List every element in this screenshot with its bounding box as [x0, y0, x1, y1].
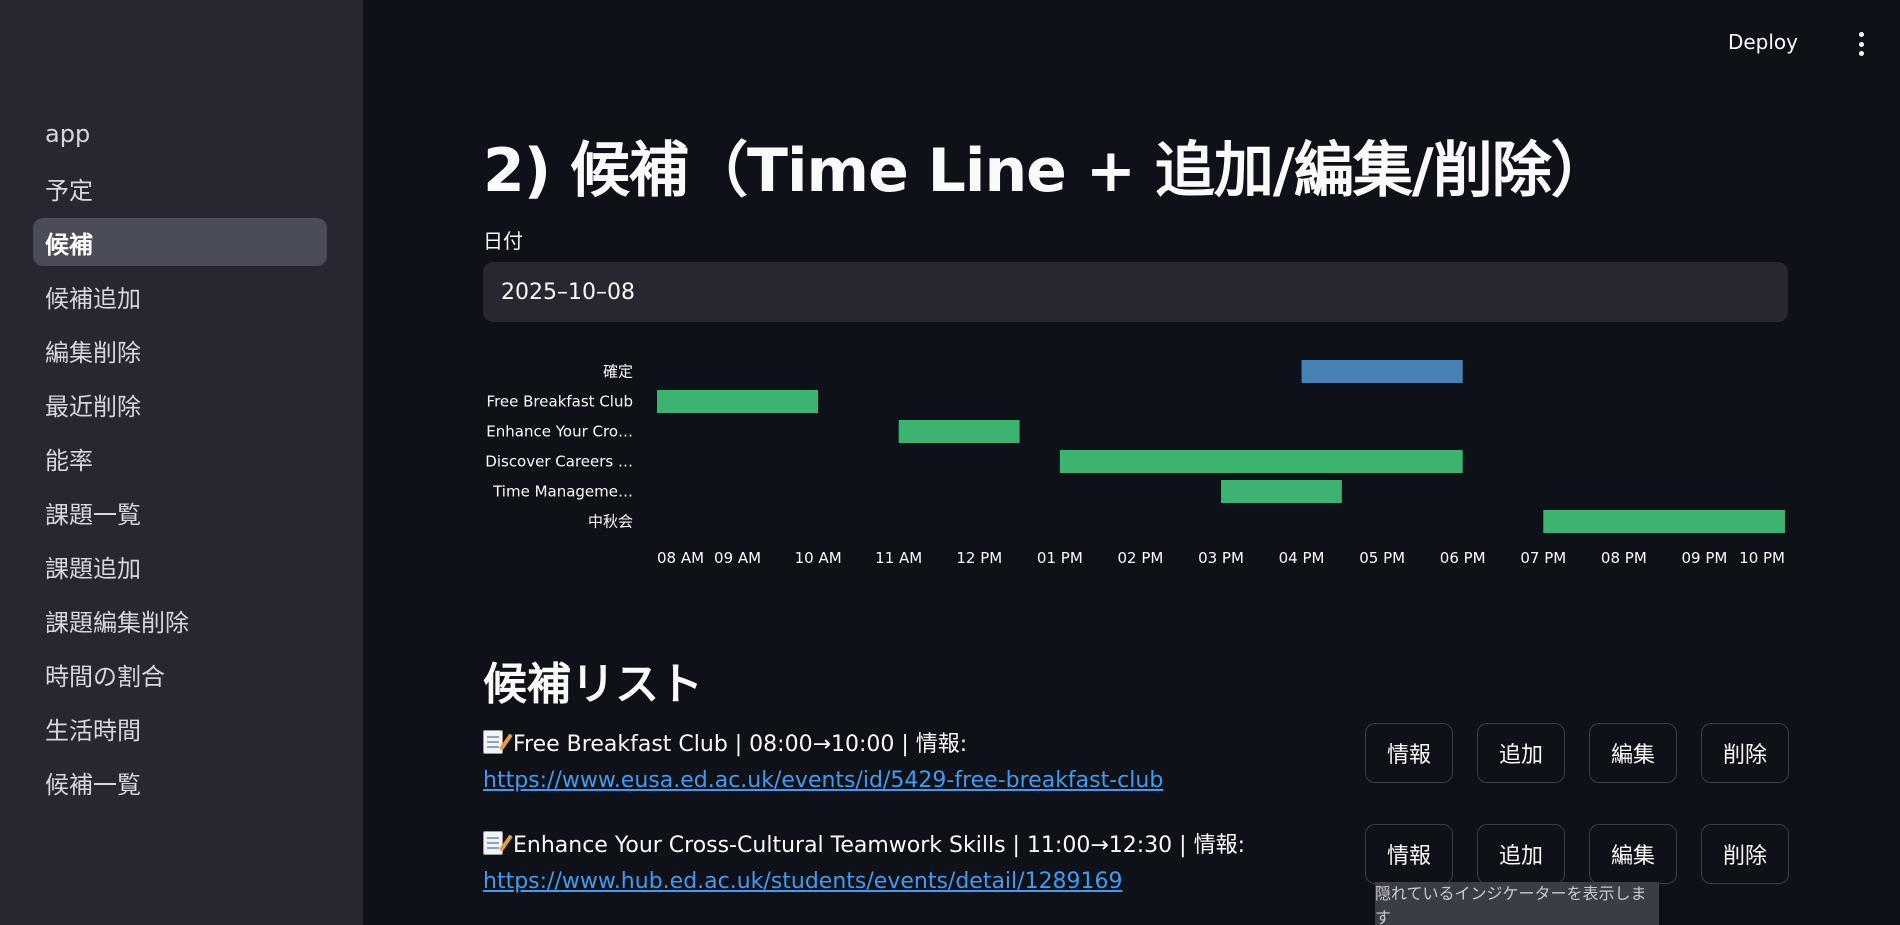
info-button[interactable]: 情報: [1365, 824, 1453, 884]
sidebar-item-edit-task[interactable]: 課題編集削除: [33, 596, 327, 644]
timeline-chart: 確定 Free Breakfast Club Enhance Your Cro… Di…: [363, 340, 1900, 580]
x-tick-label: 12 PM: [956, 549, 1002, 567]
memo-icon: [483, 831, 503, 855]
x-tick-label: 04 PM: [1279, 549, 1325, 567]
sidebar-item-task-list[interactable]: 課題一覧: [33, 488, 327, 536]
x-tick-label: 09 AM: [714, 549, 761, 567]
row-label: 確定: [603, 363, 633, 381]
sidebar-item-edit-delete[interactable]: 編集削除: [33, 326, 327, 374]
timeline-svg: 確定 Free Breakfast Club Enhance Your Cro… Di…: [485, 360, 1785, 567]
x-tick-label: 10 AM: [795, 549, 842, 567]
sidebar-item-app[interactable]: app: [33, 110, 327, 158]
sidebar-item-candidate-list[interactable]: 候補一覧: [33, 758, 327, 806]
x-tick-label: 10 PM: [1739, 549, 1785, 567]
x-tick-label: 08 AM: [657, 549, 704, 567]
sidebar-item-life-time[interactable]: 生活時間: [33, 704, 327, 752]
delete-button[interactable]: 削除: [1701, 824, 1789, 884]
x-tick-label: 07 PM: [1520, 549, 1566, 567]
tooltip: 隠れているインジケーターを表示します: [1375, 882, 1659, 925]
x-tick-label: 06 PM: [1440, 549, 1486, 567]
row-label: 中秋会: [588, 513, 633, 531]
x-tick-label: 09 PM: [1682, 549, 1728, 567]
delete-button[interactable]: 削除: [1701, 723, 1789, 783]
x-tick-label: 05 PM: [1359, 549, 1405, 567]
deploy-button[interactable]: Deploy: [1728, 30, 1798, 54]
timeline-bar[interactable]: [898, 420, 1020, 443]
timeline-bar[interactable]: [1221, 480, 1342, 503]
row-label: Free Breakfast Club: [487, 393, 633, 411]
candidate-link[interactable]: https://www.hub.ed.ac.uk/students/events…: [483, 869, 1383, 894]
kebab-menu-icon[interactable]: [1856, 32, 1866, 56]
x-tick-label: 02 PM: [1118, 549, 1164, 567]
date-input[interactable]: 2025–10–08: [483, 262, 1788, 322]
add-button[interactable]: 追加: [1477, 824, 1565, 884]
page-title: 2) 候補（Time Line + 追加/編集/削除）: [483, 136, 1611, 206]
sidebar-item-schedule[interactable]: 予定: [33, 164, 327, 212]
sidebar-item-add-task[interactable]: 課題追加: [33, 542, 327, 590]
sidebar-item-time-ratio[interactable]: 時間の割合: [33, 650, 327, 698]
candidate-text: Free Breakfast Club | 08:00→10:00 | 情報:: [513, 732, 968, 757]
add-button[interactable]: 追加: [1477, 723, 1565, 783]
edit-button[interactable]: 編集: [1589, 824, 1677, 884]
memo-icon: [483, 730, 503, 754]
sidebar: app 予定 候補 候補追加 編集削除 最近削除 能率 課題一覧 課題追加 課題…: [0, 0, 363, 925]
candidate-item: Free Breakfast Club | 08:00→10:00 | 情報: …: [483, 726, 1383, 793]
x-tick-label: 08 PM: [1601, 549, 1647, 567]
timeline-bar[interactable]: [657, 390, 819, 413]
row-label: Time Manageme…: [492, 483, 633, 501]
row-label: Discover Careers …: [485, 453, 633, 471]
timeline-bar[interactable]: [1301, 360, 1463, 383]
info-button[interactable]: 情報: [1365, 723, 1453, 783]
timeline-bar[interactable]: [1543, 510, 1785, 533]
x-tick-label: 03 PM: [1198, 549, 1244, 567]
candidate-item: Enhance Your Cross-Cultural Teamwork Ski…: [483, 827, 1383, 894]
x-tick-label: 11 AM: [875, 549, 922, 567]
candidate-link[interactable]: https://www.eusa.ed.ac.uk/events/id/5429…: [483, 768, 1383, 793]
sidebar-item-candidates[interactable]: 候補: [33, 218, 327, 266]
sidebar-nav: app 予定 候補 候補追加 編集削除 最近削除 能率 課題一覧 課題追加 課題…: [33, 110, 327, 812]
sidebar-item-add-candidate[interactable]: 候補追加: [33, 272, 327, 320]
sidebar-item-recently-deleted[interactable]: 最近削除: [33, 380, 327, 428]
edit-button[interactable]: 編集: [1589, 723, 1677, 783]
date-label: 日付: [483, 229, 523, 253]
candidate-list-title: 候補リスト: [483, 659, 703, 710]
x-tick-label: 01 PM: [1037, 549, 1083, 567]
main-content: Deploy 2) 候補（Time Line + 追加/編集/削除） 日付 20…: [363, 0, 1900, 925]
candidate-text: Enhance Your Cross-Cultural Teamwork Ski…: [513, 833, 1245, 858]
row-label: Enhance Your Cro…: [486, 423, 633, 441]
sidebar-item-efficiency[interactable]: 能率: [33, 434, 327, 482]
timeline-bar[interactable]: [1059, 450, 1463, 473]
